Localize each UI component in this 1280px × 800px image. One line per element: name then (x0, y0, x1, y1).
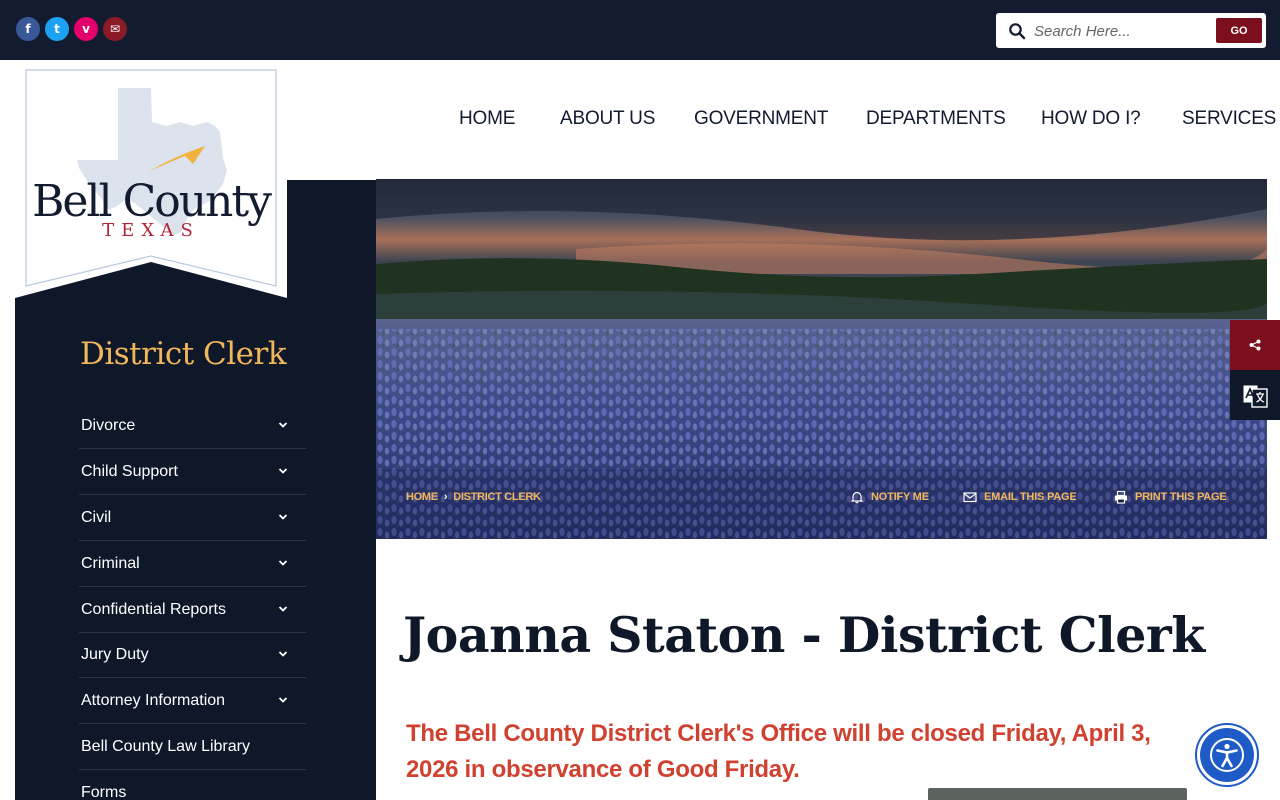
chevron-down-icon (278, 651, 288, 657)
breadcrumb-home[interactable]: HOME (406, 491, 438, 503)
nav-how-do-i[interactable]: HOW DO I? (1041, 108, 1141, 130)
sidebar-item-label: Criminal (81, 554, 140, 572)
breadcrumb: HOME › DISTRICT CLERK (406, 491, 541, 503)
sidebar-item-forms[interactable]: Forms (79, 770, 306, 800)
chevron-down-icon (278, 606, 288, 612)
email-page-label: EMAIL THIS PAGE (984, 491, 1077, 503)
nav-about-us[interactable]: ABOUT US (560, 108, 655, 130)
top-bar: f t v ✉ GO (0, 0, 1280, 60)
chevron-right-icon: › (443, 491, 448, 503)
nav-departments[interactable]: DEPARTMENTS (866, 108, 1006, 130)
nav-government[interactable]: GOVERNMENT (694, 108, 828, 130)
closure-alert: The Bell County District Clerk's Office … (406, 720, 1151, 783)
sidebar-item-attorney-information[interactable]: Attorney Information (79, 678, 306, 724)
notify-me-label: NOTIFY ME (871, 491, 929, 503)
sidebar-item-label: Bell County Law Library (81, 737, 250, 755)
bell-icon (850, 491, 864, 504)
facebook-icon[interactable]: f (16, 17, 40, 41)
search-input[interactable] (1034, 19, 1204, 43)
sidebar-item-label: Forms (81, 783, 127, 800)
nav-home[interactable]: HOME (459, 108, 515, 130)
sidebar-item-label: Confidential Reports (81, 600, 226, 618)
printer-icon (1115, 490, 1127, 504)
accessibility-button[interactable] (1195, 723, 1259, 787)
notify-me-button[interactable]: NOTIFY ME (850, 490, 929, 504)
sidebar-item-criminal[interactable]: Criminal (79, 541, 306, 587)
share-icon (1249, 339, 1261, 351)
email-icon[interactable]: ✉ (103, 17, 127, 41)
print-page-button[interactable]: PRINT THIS PAGE (1114, 490, 1227, 504)
twitter-icon[interactable]: t (45, 17, 69, 41)
sidebar-item-law-library[interactable]: Bell County Law Library (79, 724, 306, 770)
clerk-photo (928, 788, 1187, 800)
sidebar-item-divorce[interactable]: Divorce (79, 403, 306, 449)
accessibility-icon (1200, 728, 1254, 782)
vimeo-icon[interactable]: v (74, 17, 98, 41)
nav-services[interactable]: SERVICES (1182, 108, 1276, 130)
chevron-down-icon (278, 560, 288, 566)
sidebar-item-label: Jury Duty (81, 645, 149, 663)
breadcrumb-current: DISTRICT CLERK (453, 491, 541, 503)
page-title: Joanna Staton - District Clerk (403, 606, 1205, 664)
print-page-label: PRINT THIS PAGE (1135, 491, 1227, 503)
sidebar-item-jury-duty[interactable]: Jury Duty (79, 632, 306, 678)
envelope-icon (963, 492, 977, 503)
search-icon (1009, 23, 1026, 40)
chevron-down-icon (278, 422, 288, 428)
sidebar-item-civil[interactable]: Civil (79, 495, 306, 541)
hero-banner-image (376, 179, 1267, 539)
search-box: GO (996, 13, 1266, 48)
share-button[interactable] (1230, 320, 1280, 370)
translate-icon (1242, 384, 1268, 408)
sidebar-item-confidential-reports[interactable]: Confidential Reports (79, 587, 306, 633)
sidebar-item-label: Attorney Information (81, 691, 226, 709)
sidebar-item-label: Divorce (81, 416, 136, 434)
county-logo[interactable]: Bell County TEXAS (15, 60, 287, 300)
search-go-button[interactable]: GO (1216, 18, 1262, 43)
sidebar-item-label: Child Support (81, 462, 178, 480)
email-page-button[interactable]: EMAIL THIS PAGE (963, 490, 1077, 504)
logo-badge: Bell County TEXAS (15, 60, 287, 298)
chevron-down-icon (278, 468, 288, 474)
sidebar-item-child-support[interactable]: Child Support (79, 449, 306, 495)
chevron-down-icon (278, 514, 288, 520)
translate-button[interactable] (1230, 370, 1280, 420)
chevron-down-icon (278, 697, 288, 703)
logo-subtitle: TEXAS (102, 220, 200, 241)
sidebar-item-label: Civil (81, 508, 112, 526)
sidebar-title: District Clerk (80, 336, 287, 372)
